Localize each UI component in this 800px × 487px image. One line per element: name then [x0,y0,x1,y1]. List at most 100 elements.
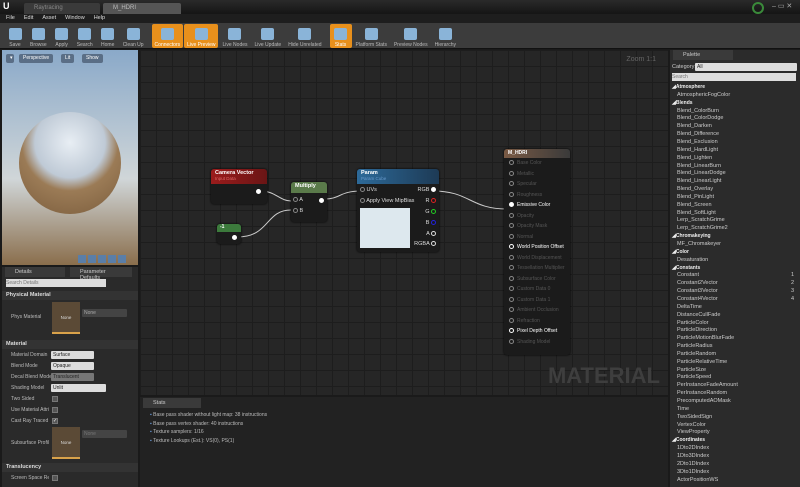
output-b[interactable]: B [426,220,436,226]
input-subsurface-color[interactable]: Subsurface Color [504,274,570,285]
palette-item[interactable]: DeltaTime [677,304,702,310]
preview-viewport[interactable]: ▾ Perspective Lit Show [2,50,138,265]
hierarchy-button[interactable]: Hierarchy [432,24,459,48]
input-shading-model[interactable]: Shading Model [504,337,570,348]
input-world-displacement[interactable]: World Displacement [504,253,570,264]
input-pin[interactable] [509,275,514,281]
input-pin[interactable] [509,212,514,218]
menu-file[interactable]: File [6,14,15,23]
palette-item[interactable]: Constant3Vector [677,288,718,294]
input-pin[interactable] [509,286,514,292]
palette-item[interactable]: ActorPositionWS [677,477,718,483]
tab-details[interactable]: Details [5,267,65,277]
section-physical-material[interactable]: Physical Material [2,291,138,300]
subsurface-profile-thumbnail[interactable]: None [52,427,80,459]
phys-material-thumbnail[interactable]: None [52,302,80,334]
palette-item[interactable]: 1Dto3DIndex [677,453,709,459]
palette-item[interactable]: TwoSidedSign [677,414,712,420]
palette-category[interactable]: ◢Coordinates [672,437,705,443]
palette-category[interactable]: ◢Constants [672,265,700,271]
menu-asset[interactable]: Asset [42,14,56,23]
category-dropdown[interactable]: All [695,63,797,71]
input-pin[interactable] [509,317,514,323]
palette-item[interactable]: ParticleSize [677,367,706,373]
input-pin[interactable] [509,307,514,313]
input-b[interactable]: B [293,208,303,214]
search-button[interactable]: Search [74,24,96,48]
palette-item[interactable]: Blend_SoftLight [677,210,716,216]
palette-category[interactable]: ◢Color [672,249,689,255]
camera-vector-node[interactable]: Camera Vector Input Data [211,169,267,204]
palette-item[interactable]: ParticleRadius [677,343,712,349]
input-pin[interactable] [509,338,514,344]
input-specular[interactable]: Specular [504,179,570,190]
clean-up-button[interactable]: Clean Up [120,24,147,48]
cube-icon[interactable] [108,255,116,263]
input-pin[interactable] [509,170,514,176]
palette-item[interactable]: Constant4Vector [677,296,718,302]
palette-item[interactable]: Blend_Difference [677,131,719,137]
plane-icon[interactable] [98,255,106,263]
output-rgba[interactable]: RGBA [414,241,436,247]
input-emissive-color[interactable]: Emissive Color [504,200,570,211]
section-material[interactable]: Material [2,340,138,349]
palette-search-input[interactable] [672,73,796,81]
palette-item[interactable]: ParticleRandom [677,351,716,357]
input-pin[interactable] [509,160,514,166]
palette-item[interactable]: ViewProperty [677,429,710,435]
palette-item[interactable]: Time [677,406,689,412]
palette-item[interactable]: Blend_Screen [677,202,712,208]
palette-item[interactable]: 1Dto2DIndex [677,445,709,451]
palette-item[interactable]: PrecomputedAOMask [677,398,731,404]
input-apply-view-mipbias[interactable]: Apply View MipBias [360,198,414,204]
input-world-position-offset[interactable]: World Position Offset [504,242,570,253]
input-opacity-mask[interactable]: Opacity Mask [504,221,570,232]
material-result-node[interactable]: M_HDRI Base Color Metallic Specular Roughne… [504,149,570,355]
window-controls[interactable]: – ▭ ✕ [772,2,792,10]
input-pin[interactable] [509,233,514,239]
palette-item[interactable]: ParticleColor [677,320,708,326]
input-a[interactable]: A [293,197,303,203]
palette-item[interactable]: Blend_LinearLight [677,178,721,184]
palette-item[interactable]: PerInstanceRandom [677,390,727,396]
tab-m-hdri[interactable]: M_HDRI [103,3,181,14]
home-button[interactable]: Home [97,24,119,48]
palette-item[interactable]: Constant2Vector [677,280,718,286]
material-domain-dropdown[interactable]: Surface [51,351,94,359]
viewport-menu-button[interactable]: ▾ [6,54,14,63]
palette-item[interactable]: Blend_HardLight [677,147,718,153]
palette-item[interactable]: Blend_ColorDodge [677,115,723,121]
screen-space-reflections-checkbox[interactable] [52,475,58,481]
palette-item[interactable]: VertexColor [677,422,706,428]
input-tessellation-multiplier[interactable]: Tessellation Multiplier [504,263,570,274]
palette-item[interactable]: ParticleDirection [677,327,717,333]
param-cube-node[interactable]: Param Param Cube UVs Apply View MipBias R… [357,169,439,252]
two-sided-checkbox[interactable] [52,396,58,402]
palette-item[interactable]: Blend_LinearDodge [677,170,726,176]
input-uvs[interactable]: UVs [360,187,377,193]
palette-item[interactable]: Lerp_ScratchGrime [677,217,725,223]
input-pin[interactable] [509,181,514,187]
palette-category[interactable]: ◢Atmosphere [672,84,705,90]
palette-item[interactable]: 2Dto1DIndex [677,461,709,467]
teapot-icon[interactable] [118,255,126,263]
sphere-icon[interactable] [88,255,96,263]
shading-model-dropdown[interactable]: Unlit [51,384,106,392]
input-pin[interactable] [509,328,514,334]
tab-stats[interactable]: Stats [143,398,201,408]
input-refraction[interactable]: Refraction [504,316,570,327]
input-metallic[interactable]: Metallic [504,169,570,180]
input-opacity[interactable]: Opacity [504,211,570,222]
palette-item[interactable]: PerInstanceFadeAmount [677,382,738,388]
input-roughness[interactable]: Roughness [504,190,570,201]
multiply-node[interactable]: Multiply A B [291,182,327,222]
live-update-button[interactable]: Live Update [252,24,285,48]
decal-blend-mode-dropdown[interactable]: Translucent [51,373,94,381]
input-custom-data-1[interactable]: Custom Data 1 [504,295,570,306]
use-material-attributes-checkbox[interactable] [52,407,58,413]
output-r[interactable]: R [425,198,436,204]
palette-item[interactable]: Blend_LinearBurn [677,163,721,169]
input-custom-data-0[interactable]: Custom Data 0 [504,284,570,295]
section-translucency[interactable]: Translucency [2,463,138,472]
hide-unrelated-button[interactable]: Hide Unrelated [285,24,324,48]
